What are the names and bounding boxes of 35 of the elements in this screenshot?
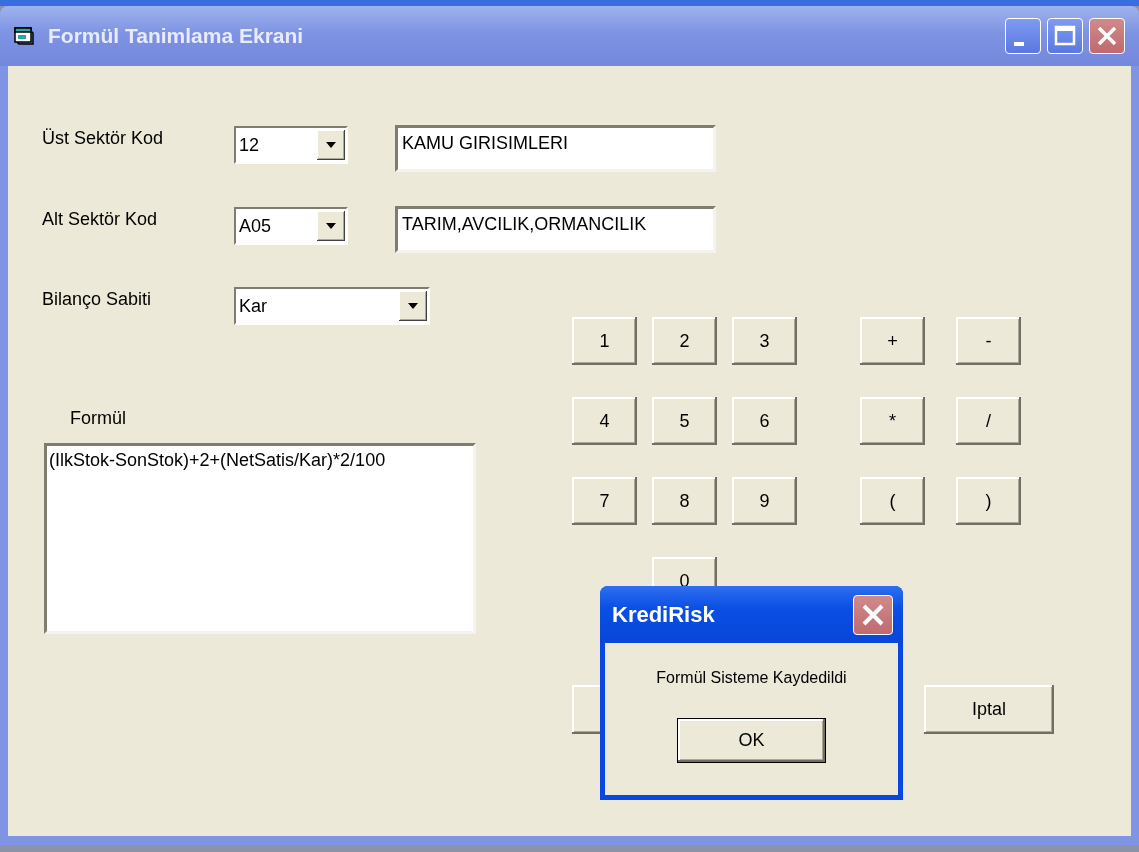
operator-button[interactable]: / [956, 397, 1021, 445]
digit-button[interactable]: 6 [732, 397, 797, 445]
window-icon [14, 27, 34, 45]
operator-button[interactable]: ( [860, 477, 925, 525]
digit-button[interactable]: 1 [572, 317, 637, 365]
digit-button[interactable]: 2 [652, 317, 717, 365]
cancel-button[interactable]: Iptal [924, 685, 1054, 734]
operator-button[interactable]: ) [956, 477, 1021, 525]
operator-button[interactable]: * [860, 397, 925, 445]
minimize-button[interactable] [1005, 18, 1041, 54]
description-field[interactable]: TARIM,AVCILIK,ORMANCILIK [395, 206, 716, 253]
operator-button[interactable]: + [860, 317, 925, 365]
ok-button[interactable]: OK [677, 718, 826, 763]
description-field[interactable]: KAMU GIRISIMLERI [395, 125, 716, 172]
digit-button[interactable]: 9 [732, 477, 797, 525]
code-dropdown[interactable]: A05 [234, 207, 348, 245]
formula-field[interactable]: (IlkStok-SonStok)+2+(NetSatis/Kar)*2/100 [44, 443, 476, 634]
balance-dropdown[interactable]: Kar [234, 287, 430, 325]
code-dropdown[interactable]: 12 [234, 126, 348, 164]
digit-button[interactable]: 7 [572, 477, 637, 525]
field-label: Alt Sektör Kod [42, 208, 159, 230]
field-label: Bilanço Sabiti [42, 288, 153, 310]
digit-button[interactable]: 3 [732, 317, 797, 365]
close-button[interactable] [1089, 18, 1125, 54]
dialog-message: Formül Sisteme Kaydedildi [656, 669, 847, 687]
minimize-icon [1014, 42, 1024, 46]
field-label: Üst Sektör Kod [42, 127, 165, 149]
formula-label: Formül [70, 408, 126, 429]
operator-button[interactable]: - [956, 317, 1021, 365]
digit-button[interactable]: 5 [652, 397, 717, 445]
digit-button[interactable]: 4 [572, 397, 637, 445]
maximize-button[interactable] [1047, 18, 1083, 54]
digit-button[interactable]: 8 [652, 477, 717, 525]
close-button[interactable] [853, 594, 893, 635]
window-title: Formül Tanimlama Ekrani [48, 24, 304, 48]
